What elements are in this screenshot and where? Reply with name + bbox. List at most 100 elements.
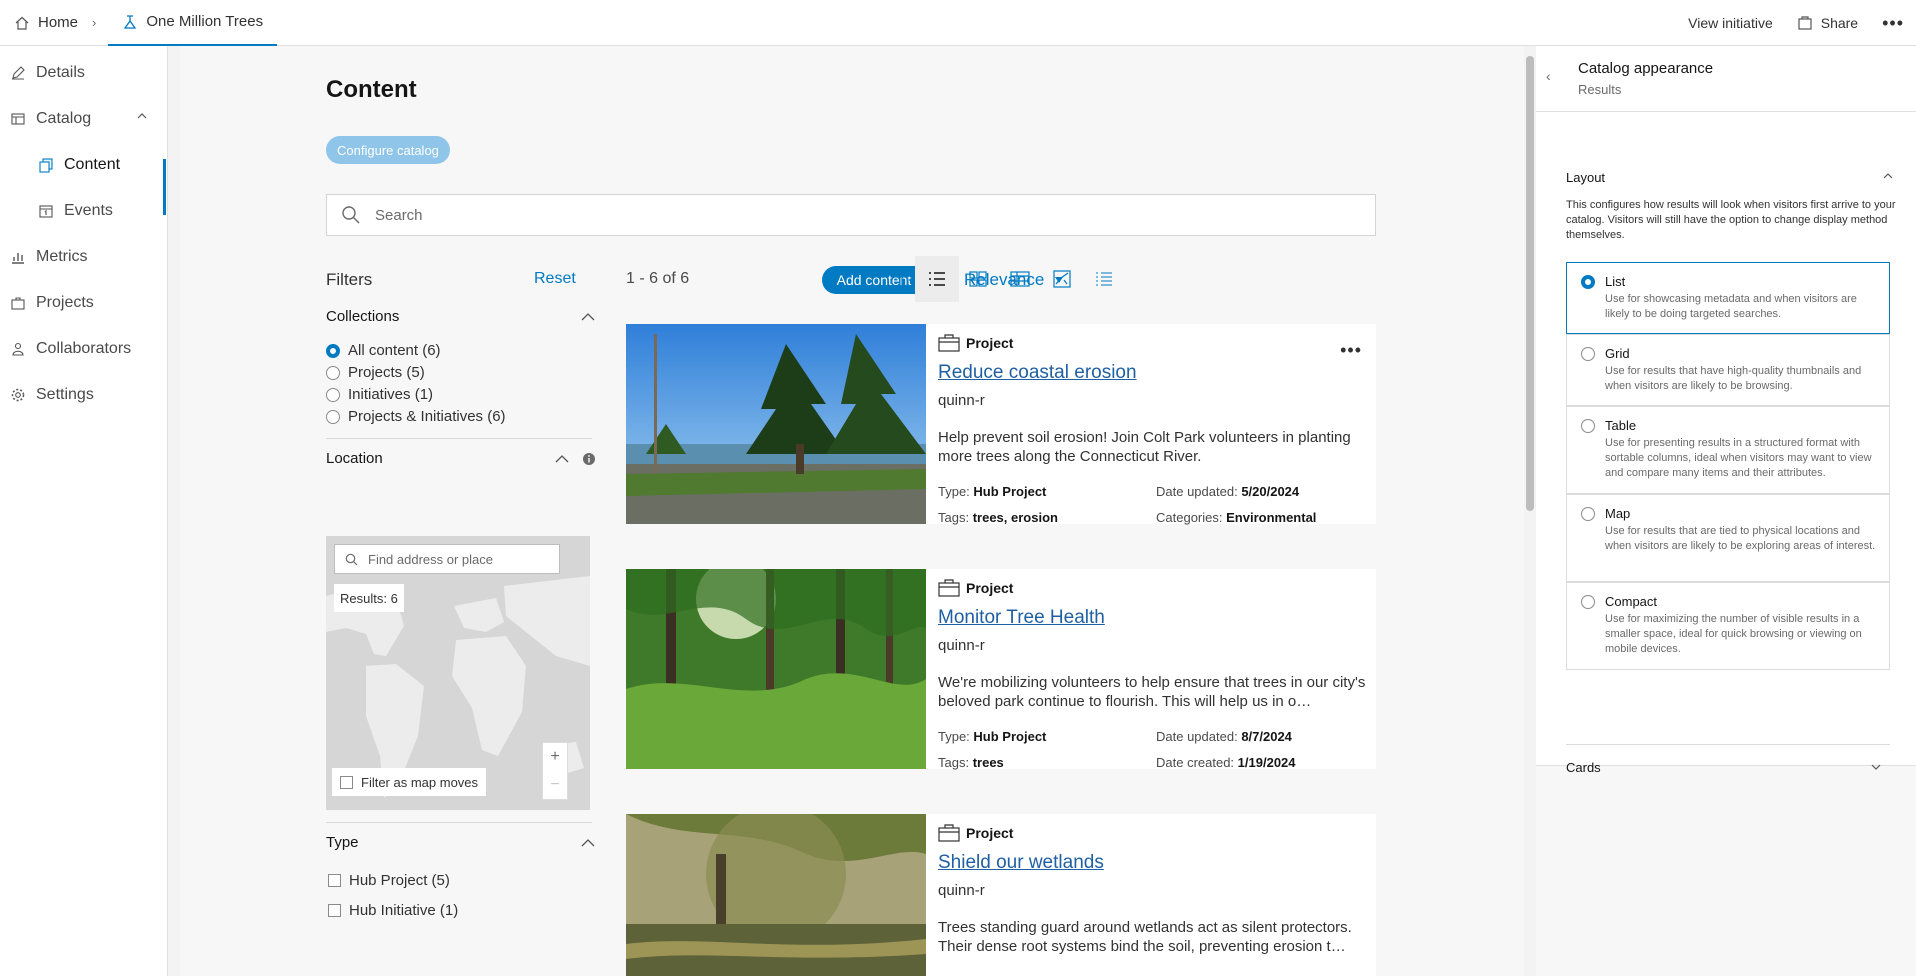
layout-option-list[interactable]: List Use for showcasing metadata and whe… (1566, 262, 1890, 334)
type-option[interactable]: Hub Initiative (1) (328, 902, 458, 919)
collection-option[interactable]: Projects & Initiatives (6) (326, 408, 506, 425)
collections-header[interactable]: Collections (326, 308, 596, 325)
catalog-appearance-panel: ‹ Catalog appearance Results Layout This… (1536, 46, 1916, 976)
radio-unselected[interactable] (326, 409, 340, 424)
result-title-link[interactable]: Reduce coastal erosion (938, 362, 1137, 384)
nav-item-details[interactable]: Details (0, 58, 85, 88)
result-card[interactable]: Project Shield our wetlands quinn-r Tree… (626, 814, 1376, 976)
result-owner[interactable]: quinn-r (938, 882, 985, 899)
filter-as-map-moves-label: Filter as map moves (361, 774, 479, 790)
option-description: Use for presenting results in a structur… (1605, 437, 1872, 479)
chevron-up-icon[interactable] (554, 454, 570, 464)
option-title: List (1605, 274, 1626, 289)
main-scrollbar[interactable] (1524, 46, 1536, 976)
meta-label: Categories: (1156, 510, 1223, 525)
info-icon[interactable] (582, 452, 596, 466)
result-owner[interactable]: quinn-r (938, 392, 985, 409)
nav-item-metrics[interactable]: Metrics (0, 242, 88, 272)
list-view-button[interactable] (915, 256, 959, 302)
nav-item-events[interactable]: Events (28, 196, 113, 226)
search-input[interactable]: Search (326, 194, 1376, 236)
checkbox[interactable] (328, 904, 341, 917)
radio-unselected[interactable] (326, 387, 340, 402)
more-actions-button[interactable]: ••• (1870, 0, 1916, 46)
nav-item-catalog[interactable]: Catalog (0, 104, 150, 134)
chevron-left-icon[interactable]: ‹ (1546, 68, 1551, 84)
option-title: Map (1605, 506, 1631, 521)
grid-view-button[interactable] (956, 256, 1000, 302)
result-description: We're mobilizing volunteers to help ensu… (938, 674, 1366, 710)
radio-selected[interactable] (1581, 275, 1595, 289)
breadcrumb-home[interactable]: Home (0, 0, 78, 46)
layout-option-grid[interactable]: Grid Use for results that have high-qual… (1566, 334, 1890, 406)
location-header[interactable]: Location (326, 450, 596, 467)
zoom-out-button[interactable]: − (543, 771, 567, 799)
type-header[interactable]: Type (326, 834, 596, 851)
meta-value: Environmental (1226, 510, 1317, 525)
nav-item-collaborators[interactable]: Collaborators (0, 334, 131, 364)
location-map[interactable]: Find address or place Results: 6 + − Fil… (326, 536, 590, 810)
initiative-icon (122, 14, 138, 30)
collection-option[interactable]: All content (6) (326, 342, 441, 359)
option-description: Use for showcasing metadata and when vis… (1605, 293, 1857, 320)
chevron-up-icon[interactable] (1882, 172, 1894, 180)
nav-item-content[interactable]: Content (28, 150, 120, 180)
meta-value: Hub Project (973, 484, 1047, 499)
reset-filters-link[interactable]: Reset (534, 270, 576, 288)
meta-label: Type: (938, 484, 970, 499)
result-card[interactable]: Project Monitor Tree Health quinn-r We'r… (626, 569, 1376, 770)
filters-title: Filters (326, 270, 373, 289)
nav-label: Events (64, 202, 113, 219)
layout-option-compact[interactable]: Compact Use for maximizing the number of… (1566, 582, 1890, 670)
type-option[interactable]: Hub Project (5) (328, 872, 450, 889)
nav-item-projects[interactable]: Projects (0, 288, 94, 318)
search-icon (345, 553, 358, 566)
checkbox[interactable] (340, 775, 353, 789)
collection-option[interactable]: Initiatives (1) (326, 386, 433, 403)
nav-item-settings[interactable]: Settings (0, 380, 94, 410)
option-description: Use for results that are tied to physica… (1605, 525, 1876, 552)
map-view-button[interactable] (1040, 256, 1084, 302)
chevron-up-icon[interactable] (580, 838, 596, 848)
chevron-up-icon[interactable] (136, 111, 148, 121)
meta-value: 1/19/2024 (1237, 755, 1296, 770)
share-label: Share (1820, 15, 1859, 31)
filter-as-map-moves-toggle[interactable]: Filter as map moves (332, 768, 487, 796)
result-title-link[interactable]: Shield our wetlands (938, 852, 1104, 874)
share-button[interactable]: Share (1785, 0, 1870, 46)
result-description: Trees standing guard around wetlands act… (938, 919, 1352, 955)
chevron-down-icon[interactable] (1870, 763, 1882, 771)
radio-unselected[interactable] (1581, 595, 1595, 609)
table-view-button[interactable] (998, 256, 1042, 302)
briefcase-icon (938, 579, 960, 597)
layout-option-map[interactable]: Map Use for results that are tied to phy… (1566, 494, 1890, 582)
result-thumbnail[interactable] (626, 569, 926, 769)
result-owner[interactable]: quinn-r (938, 637, 985, 654)
chart-icon (10, 249, 26, 265)
radio-unselected[interactable] (1581, 347, 1595, 361)
result-thumbnail[interactable] (626, 324, 926, 524)
layout-section-title[interactable]: Layout (1566, 170, 1605, 185)
result-card[interactable]: Project ••• Reduce coastal erosion quinn… (626, 324, 1376, 525)
collection-option[interactable]: Projects (5) (326, 364, 425, 381)
cards-section-header[interactable]: Cards (1566, 760, 1890, 775)
configure-catalog-button[interactable]: Configure catalog (326, 136, 450, 164)
compact-view-button[interactable] (1082, 256, 1126, 302)
result-more-button[interactable]: ••• (1340, 340, 1362, 361)
checkbox[interactable] (328, 874, 341, 887)
radio-selected[interactable] (326, 343, 340, 358)
map-address-search[interactable]: Find address or place (334, 544, 560, 574)
left-scrollbar[interactable] (168, 46, 180, 976)
radio-unselected[interactable] (326, 365, 340, 380)
result-thumbnail[interactable] (626, 814, 926, 976)
radio-unselected[interactable] (1581, 419, 1595, 433)
layout-option-table[interactable]: Table Use for presenting results in a st… (1566, 406, 1890, 494)
radio-unselected[interactable] (1581, 507, 1595, 521)
breadcrumb-current[interactable]: One Million Trees (108, 0, 278, 46)
view-initiative-button[interactable]: View initiative (1676, 0, 1785, 46)
result-title-link[interactable]: Monitor Tree Health (938, 607, 1105, 629)
view-initiative-label: View initiative (1688, 15, 1773, 31)
zoom-in-button[interactable]: + (543, 743, 567, 771)
chevron-up-icon[interactable] (580, 312, 596, 322)
scrollbar-thumb[interactable] (1526, 56, 1534, 511)
